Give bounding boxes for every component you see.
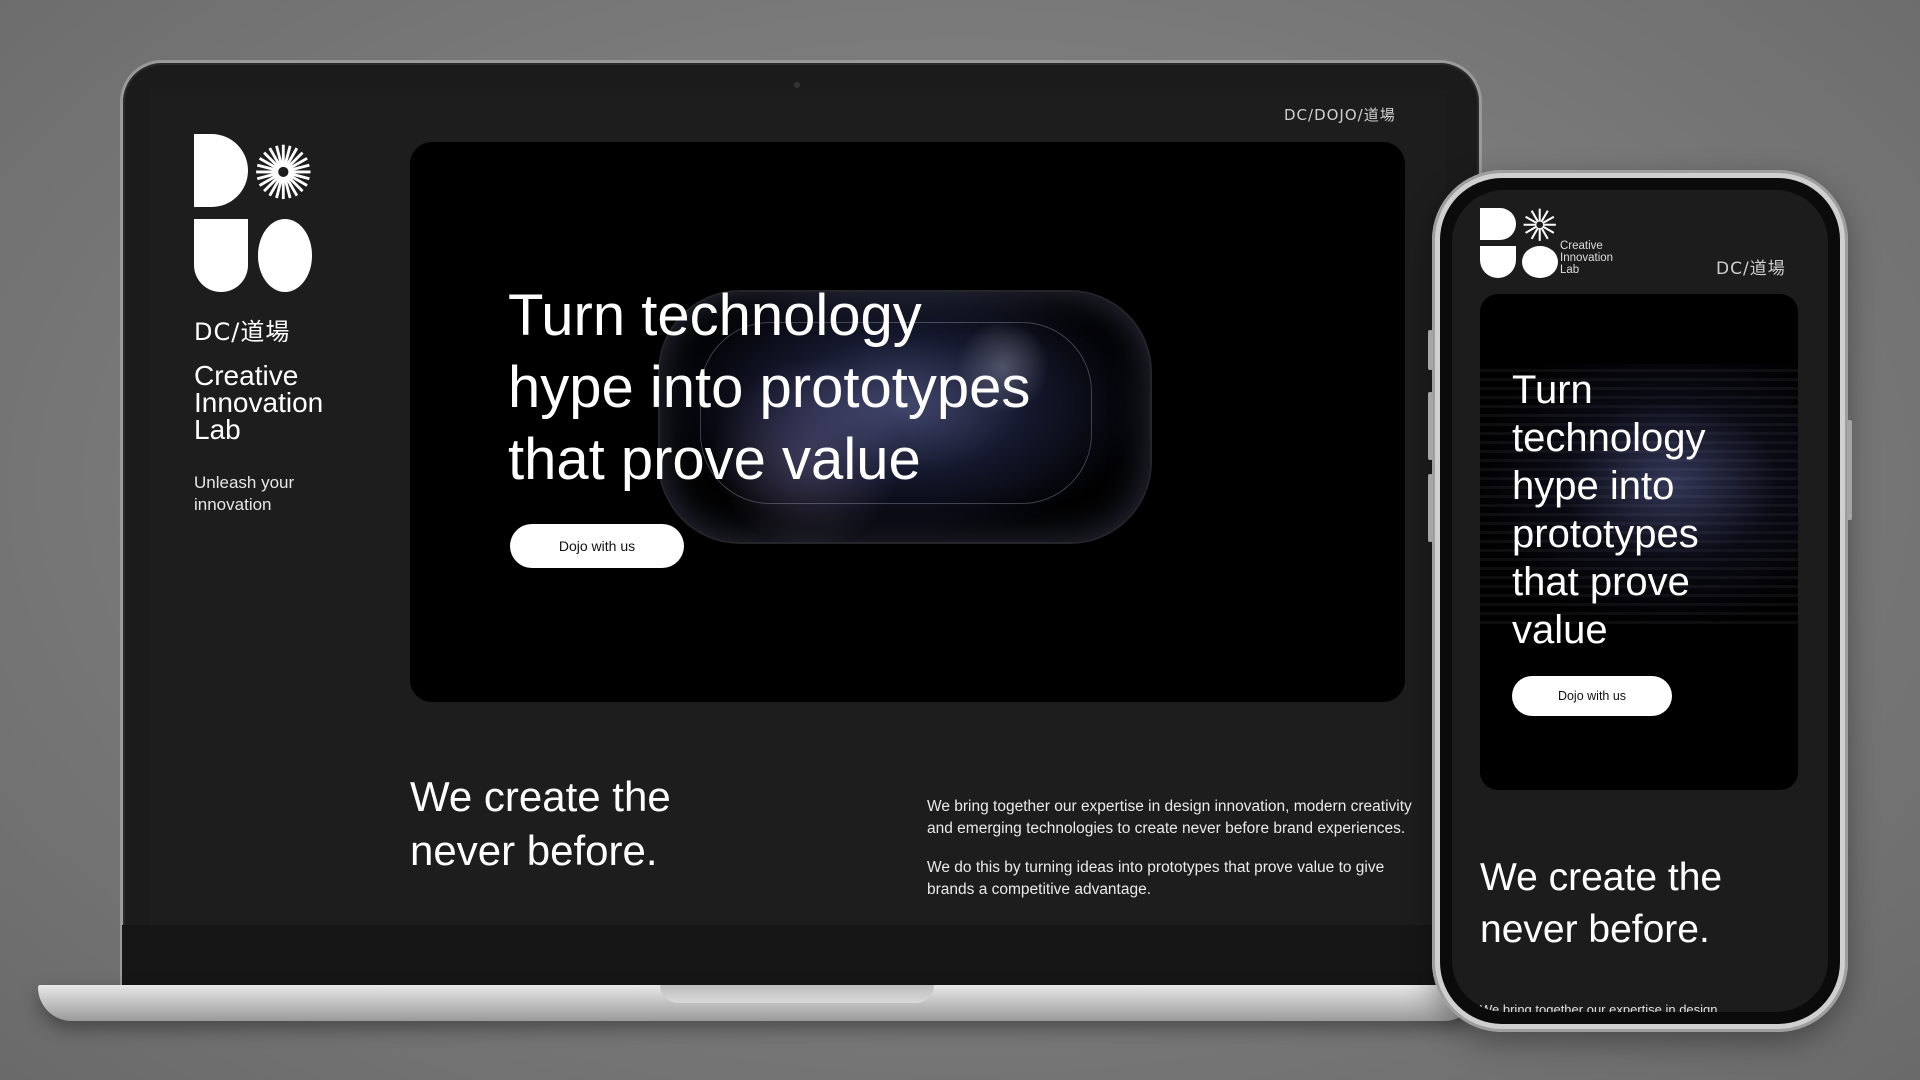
lab-name-line: Lab bbox=[1560, 264, 1580, 276]
tagline-line: innovation bbox=[194, 495, 272, 514]
hero-headline-line: technology bbox=[1512, 416, 1706, 460]
hero-headline-line: Turn bbox=[1512, 368, 1593, 412]
logo-letter-o bbox=[257, 219, 312, 292]
phone-side-button bbox=[1428, 330, 1433, 370]
sunburst-icon bbox=[256, 144, 311, 200]
logo-letter-d bbox=[1480, 208, 1516, 241]
hero-banner: Turn technology hype into prototypes tha… bbox=[410, 142, 1405, 702]
laptop-chin bbox=[122, 925, 1474, 985]
phone-side-button bbox=[1428, 392, 1433, 460]
hero-headline-line: prototypes bbox=[1512, 512, 1699, 556]
hero-headline-line: Turn technology bbox=[508, 283, 922, 348]
dojo-with-us-button[interactable]: Dojo with us bbox=[1512, 676, 1672, 716]
section-copy: We bring together our expertise in desig… bbox=[927, 796, 1412, 918]
hero-headline-line: hype into bbox=[1512, 464, 1675, 508]
lab-name-line: Innovation bbox=[194, 387, 324, 418]
lab-name: Creative Innovation Lab bbox=[194, 360, 324, 445]
phone-screen: Creative Innovation Lab DC/道場 Turn techn… bbox=[1452, 190, 1828, 1012]
logo-letter-o bbox=[1522, 245, 1558, 278]
logo-letter-j bbox=[1480, 245, 1516, 278]
section-title: We create the never before. bbox=[410, 770, 671, 878]
hero-headline-line: that prove bbox=[1512, 560, 1690, 604]
laptop-screen: DC/道場 Creative Innovation Lab Unleash yo… bbox=[150, 90, 1446, 925]
hero-headline-line: value bbox=[1512, 608, 1608, 652]
hero-headline-line: hype into prototypes bbox=[508, 355, 1031, 420]
hero-banner: Turn technology hype into prototypes tha… bbox=[1480, 294, 1798, 790]
lab-name-line: Creative bbox=[1560, 240, 1603, 252]
lab-name-line: Innovation bbox=[1560, 252, 1614, 264]
section-copy-partial: We bring together our expertise in desig… bbox=[1480, 1002, 1718, 1012]
section-title-line: never before. bbox=[410, 827, 658, 874]
lab-name-line: Lab bbox=[194, 414, 241, 445]
section-title-line: never before. bbox=[1480, 908, 1710, 951]
section-paragraph: We do this by turning ideas into prototy… bbox=[927, 859, 1385, 898]
section-title: We create the never before. bbox=[1480, 852, 1722, 956]
tagline: Unleash your innovation bbox=[194, 472, 294, 516]
sunburst-icon bbox=[1523, 208, 1556, 241]
section-paragraph: We bring together our expertise in desig… bbox=[927, 798, 1412, 837]
laptop-camera bbox=[794, 82, 800, 88]
logo-letter-d bbox=[194, 134, 249, 207]
section-title-line: We create the bbox=[410, 773, 671, 820]
tagline-line: Unleash your bbox=[194, 473, 295, 492]
dojo-logo[interactable] bbox=[1480, 208, 1558, 278]
dojo-with-us-button[interactable]: Dojo with us bbox=[510, 524, 684, 568]
brand-wordmark: DC/道場 bbox=[194, 318, 291, 346]
header-brand-mark[interactable]: DC/道場 bbox=[1716, 254, 1786, 279]
section-title-line: We create the bbox=[1480, 856, 1723, 899]
lab-name: Creative Innovation Lab bbox=[1560, 240, 1613, 276]
hero-headline: Turn technology hype into prototypes tha… bbox=[1512, 366, 1792, 654]
phone-side-button bbox=[1847, 420, 1852, 520]
phone-side-button bbox=[1428, 474, 1433, 542]
header-brand-mark[interactable]: DC/DOJO/道場 bbox=[1284, 104, 1396, 125]
hero-headline: Turn technology hype into prototypes tha… bbox=[508, 280, 1148, 496]
hero-headline-line: that prove value bbox=[508, 427, 921, 492]
laptop-notch bbox=[660, 985, 934, 1003]
dojo-logo[interactable] bbox=[194, 134, 312, 292]
lab-name-line: Creative bbox=[194, 360, 299, 391]
logo-letter-j bbox=[194, 219, 249, 292]
